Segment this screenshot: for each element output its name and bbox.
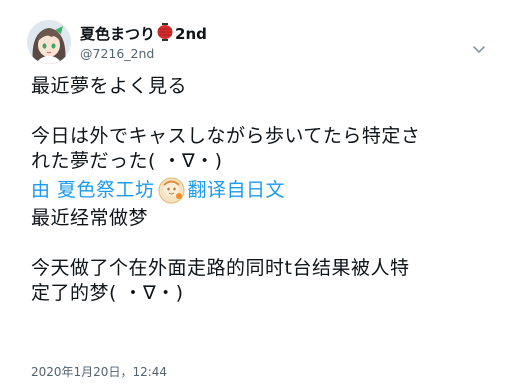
avatar[interactable] (27, 20, 71, 64)
name-row: 夏色まつり 2nd (80, 23, 207, 45)
display-name-suffix[interactable]: 2nd (175, 24, 207, 44)
translator-logo-icon (158, 177, 185, 204)
translation-suffix[interactable]: 翻译自日文 (188, 178, 286, 203)
translation-attribution[interactable]: 由 夏色祭工坊 翻译自日文 (31, 177, 501, 204)
tweet-card: 夏色まつり 2nd @7216_2nd 最近夢をよく見る 今日は外でキャスしなが… (0, 0, 518, 390)
tweet-text-line: 最近夢をよく見る (31, 75, 188, 97)
translation-prefix[interactable]: 由 夏色祭工坊 (31, 178, 155, 203)
tweet-text-line: れた夢だった( ・∇・) (31, 150, 223, 172)
tweet-header: 夏色まつり 2nd @7216_2nd (80, 23, 207, 63)
chevron-down-icon[interactable] (472, 40, 486, 53)
avatar-image (27, 20, 71, 64)
tweet-body: 最近夢をよく見る 今日は外でキャスしながら歩いてたら特定さ れた夢だった( ・∇… (31, 74, 501, 306)
red-lantern-icon (157, 23, 173, 45)
user-handle[interactable]: @7216_2nd (80, 45, 207, 63)
translated-text-line: 最近经常做梦 (31, 207, 149, 229)
tweet-timestamp[interactable]: 2020年1月20日，12:44 (31, 364, 167, 380)
display-name[interactable]: 夏色まつり (80, 24, 155, 44)
translated-text: 最近经常做梦 今天做了个在外面走路的同时t台结果被人特 定了的梦( ・∇・) (31, 206, 501, 306)
translated-text-line: 今天做了个在外面走路的同时t台结果被人特 (31, 257, 410, 279)
tweet-text-line: 今日は外でキャスしながら歩いてたら特定さ (31, 125, 421, 147)
translated-text-line: 定了的梦( ・∇・) (31, 282, 184, 304)
